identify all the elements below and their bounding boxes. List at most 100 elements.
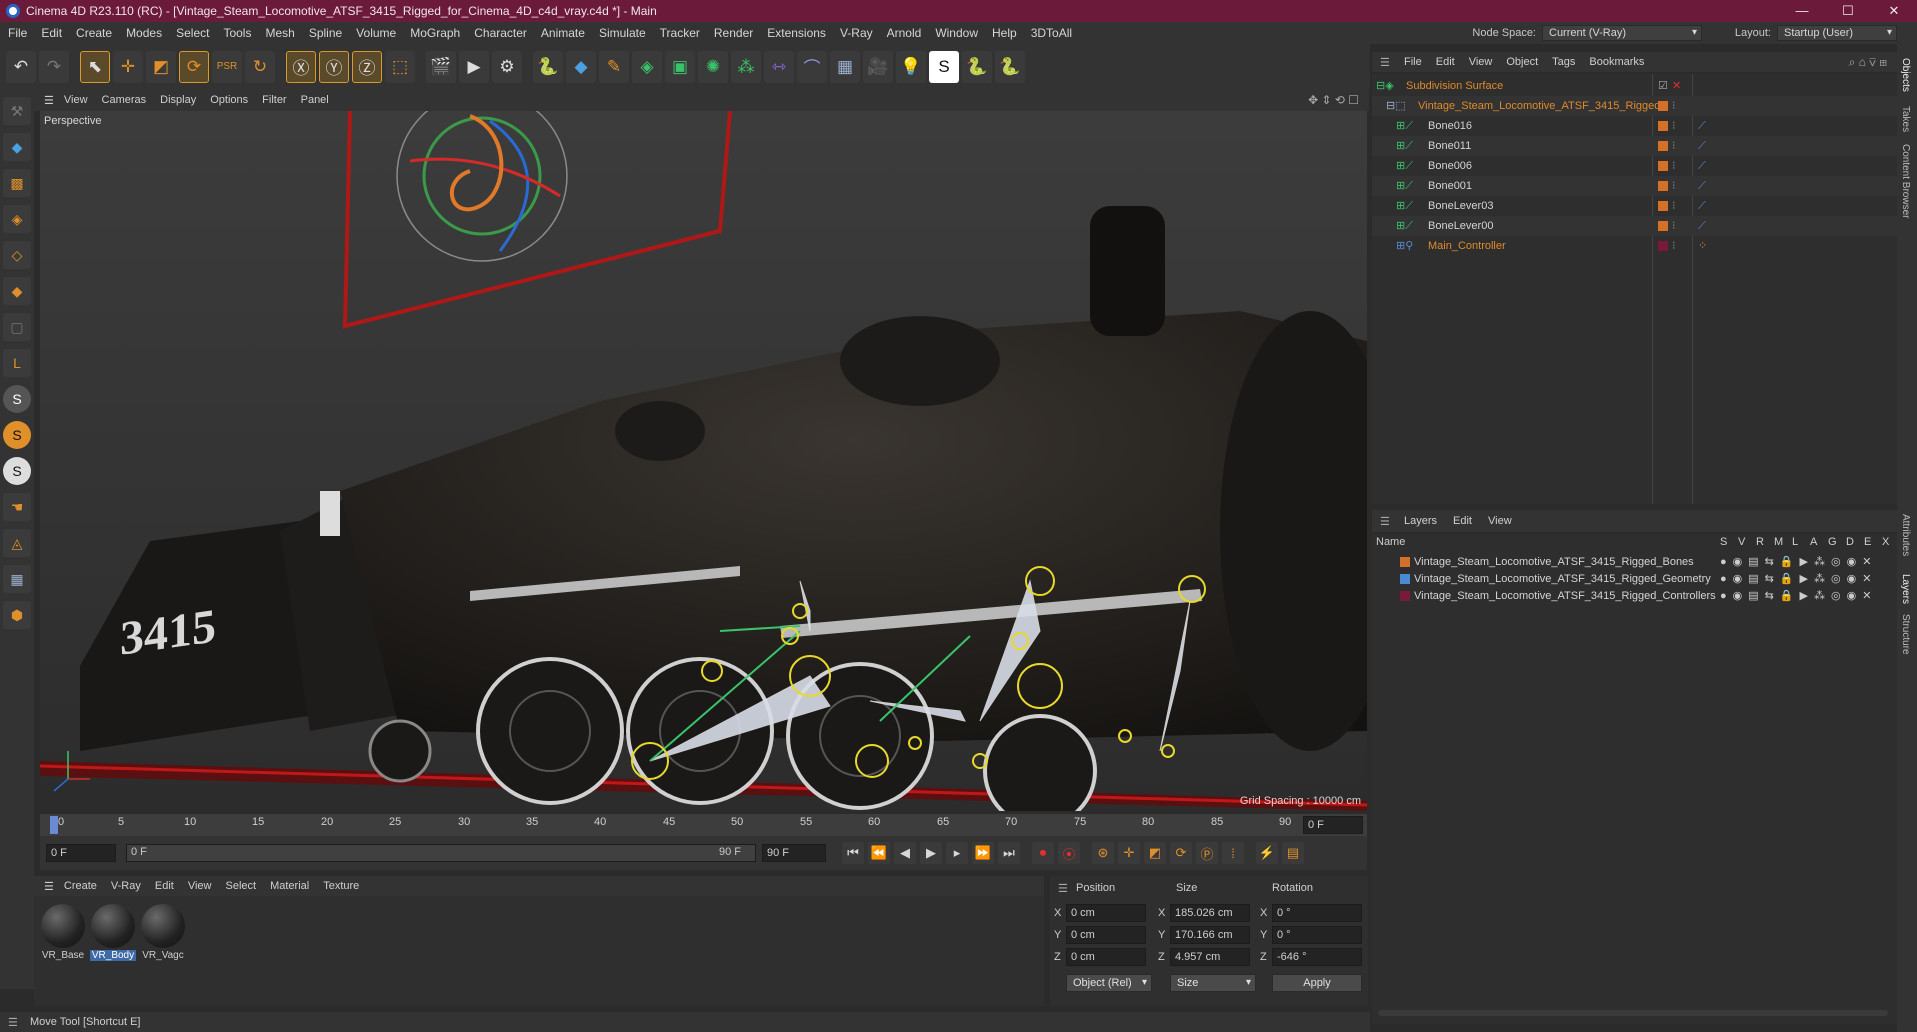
- objects-menu-view[interactable]: View: [1469, 56, 1493, 68]
- visibility-dots-icon[interactable]: ⁝: [1672, 196, 1676, 216]
- tab-attributes[interactable]: Attributes: [1900, 514, 1911, 556]
- layer-color-swatch[interactable]: [1400, 574, 1410, 584]
- auto-keying-icon[interactable]: ⦿: [1058, 842, 1080, 864]
- viewport-menu-cameras[interactable]: Cameras: [102, 94, 147, 106]
- 3d-viewport[interactable]: 3415 Perspective Grid Spacing: 10000 cm: [40, 111, 1367, 811]
- menu-spline[interactable]: Spline: [309, 26, 342, 40]
- tab-takes[interactable]: Takes: [1900, 106, 1911, 132]
- previous-key-icon[interactable]: ⏪: [868, 842, 890, 864]
- python-script-icon[interactable]: 🐍: [962, 50, 992, 83]
- edges-mode-icon[interactable]: ◇: [3, 241, 31, 269]
- psr-tool-icon[interactable]: PSR: [212, 50, 242, 83]
- move-tool-icon[interactable]: ✛: [113, 50, 143, 83]
- material-menu-create[interactable]: Create: [64, 880, 97, 892]
- layer-color-tag[interactable]: [1658, 161, 1668, 171]
- visibility-dots-icon[interactable]: ⁝: [1672, 176, 1676, 196]
- tweak-icon[interactable]: ☚: [3, 493, 31, 521]
- material-swatch[interactable]: VR_Vagc: [140, 904, 186, 961]
- menu-tools[interactable]: Tools: [223, 26, 251, 40]
- tab-structure[interactable]: Structure: [1900, 614, 1911, 655]
- constraint-tag-icon[interactable]: ⁘: [1698, 236, 1707, 256]
- layer-toggle-icons[interactable]: ●◉▤⇆🔒▶⁂◎◉✕: [1720, 571, 1877, 588]
- objects-menu-bookmarks[interactable]: Bookmarks: [1589, 56, 1644, 68]
- live-selection-icon[interactable]: ⬉: [80, 50, 110, 83]
- menu-modes[interactable]: Modes: [126, 26, 162, 40]
- material-menu-select[interactable]: Select: [226, 880, 257, 892]
- key-parameter-icon[interactable]: Ⓟ: [1196, 842, 1218, 864]
- size-x-field[interactable]: 185.026 cm: [1170, 904, 1250, 922]
- visibility-dots-icon[interactable]: ⁝: [1672, 236, 1676, 256]
- object-row[interactable]: ⊞⟋ Bone001 ⁝ ⟋: [1372, 176, 1897, 196]
- scale-tool-icon[interactable]: ◩: [146, 50, 176, 83]
- position-x-field[interactable]: 0 cm: [1066, 904, 1146, 922]
- object-row[interactable]: ⊞⚲ Main_Controller ⁝ ⁘: [1372, 236, 1897, 256]
- key-scale-icon[interactable]: ◩: [1144, 842, 1166, 864]
- polygons-mode-icon[interactable]: ◆: [3, 277, 31, 305]
- subdivision-icon[interactable]: ◈: [632, 50, 662, 83]
- coordinate-mode-dropdown[interactable]: Object (Rel): [1066, 974, 1152, 992]
- light-icon[interactable]: 💡: [896, 50, 926, 83]
- tab-content-browser[interactable]: Content Browser: [1900, 144, 1911, 218]
- menu-mesh[interactable]: Mesh: [265, 26, 294, 40]
- snap-settings-icon[interactable]: S: [3, 421, 31, 449]
- visibility-dots-icon[interactable]: ⁝: [1672, 116, 1676, 136]
- size-y-field[interactable]: 170.166 cm: [1170, 926, 1250, 944]
- position-z-field[interactable]: 0 cm: [1066, 948, 1146, 966]
- object-row[interactable]: ⊟⬚ Vintage_Steam_Locomotive_ATSF_3415_Ri…: [1372, 96, 1897, 116]
- uv-mode-icon[interactable]: ▢: [3, 313, 31, 341]
- hamburger-icon[interactable]: ☰: [8, 1016, 18, 1029]
- ik-tag-icon[interactable]: ⟋: [1698, 176, 1706, 196]
- layers-menu-view[interactable]: View: [1488, 515, 1512, 527]
- workplane-icon[interactable]: ◬: [3, 529, 31, 557]
- visibility-dots-icon[interactable]: ⁝: [1672, 96, 1676, 116]
- material-menu-edit[interactable]: Edit: [155, 880, 174, 892]
- objects-menu-tags[interactable]: Tags: [1552, 56, 1575, 68]
- objects-menu-object[interactable]: Object: [1506, 56, 1538, 68]
- render-region-icon[interactable]: 🎬: [426, 50, 456, 83]
- visibility-dots-icon[interactable]: ⁝: [1672, 136, 1676, 156]
- object-row[interactable]: ⊞⟋ Bone016 ⁝ ⟋: [1372, 116, 1897, 136]
- floor-icon[interactable]: ▦: [830, 50, 860, 83]
- layer-row[interactable]: Vintage_Steam_Locomotive_ATSF_3415_Rigge…: [1372, 554, 1897, 571]
- material-menu-texture[interactable]: Texture: [323, 880, 359, 892]
- ik-tag-icon[interactable]: ⟋: [1698, 216, 1706, 236]
- material-menu-material[interactable]: Material: [270, 880, 309, 892]
- material-menu-view[interactable]: View: [188, 880, 212, 892]
- layer-row[interactable]: Vintage_Steam_Locomotive_ATSF_3415_Rigge…: [1372, 588, 1897, 605]
- render-view-icon[interactable]: ▶: [459, 50, 489, 83]
- object-row[interactable]: ⊞⟋ Bone011 ⁝ ⟋: [1372, 136, 1897, 156]
- viewport-menu-panel[interactable]: Panel: [301, 94, 329, 106]
- key-position-icon[interactable]: ✛: [1118, 842, 1140, 864]
- menu-help[interactable]: Help: [992, 26, 1017, 40]
- menu-extensions[interactable]: Extensions: [767, 26, 826, 40]
- viewport-nav-icons[interactable]: ✥ ⇕ ⟲ ☐: [1308, 93, 1359, 107]
- undo-icon[interactable]: ↶: [6, 50, 36, 83]
- rotation-x-field[interactable]: 0 °: [1272, 904, 1362, 922]
- menu-select[interactable]: Select: [176, 26, 209, 40]
- timeline-ruler[interactable]: 0 5 10 15 20 25 30 35 40 45 50 55 60 65 …: [40, 814, 1367, 836]
- visibility-off-icon[interactable]: ✕: [1672, 76, 1681, 96]
- hamburger-icon[interactable]: ☰: [44, 880, 54, 893]
- menu-file[interactable]: File: [8, 26, 27, 40]
- camera-icon[interactable]: 🎥: [863, 50, 893, 83]
- deformer-icon[interactable]: ⇿: [764, 50, 794, 83]
- position-y-field[interactable]: 0 cm: [1066, 926, 1146, 944]
- keyframe-selection-icon[interactable]: ⊛: [1092, 842, 1114, 864]
- layer-color-tag[interactable]: [1658, 241, 1668, 251]
- layer-row[interactable]: Vintage_Steam_Locomotive_ATSF_3415_Rigge…: [1372, 571, 1897, 588]
- object-row[interactable]: ⊟◈ Subdivision Surface ☑ ✕: [1372, 76, 1897, 96]
- material-swatch[interactable]: VR_Base: [40, 904, 86, 961]
- recent-tool-icon[interactable]: ↻: [245, 50, 275, 83]
- layer-toggle-icons[interactable]: ●◉▤⇆🔒▶⁂◎◉✕: [1720, 588, 1877, 605]
- objects-menu-edit[interactable]: Edit: [1436, 56, 1455, 68]
- layer-color-swatch[interactable]: [1400, 557, 1410, 567]
- go-to-end-icon[interactable]: ⏭: [998, 842, 1020, 864]
- ik-tag-icon[interactable]: ⟋: [1698, 156, 1706, 176]
- cloner-icon[interactable]: ✺: [698, 50, 728, 83]
- grid-icon[interactable]: ▦: [3, 565, 31, 593]
- points-mode-icon[interactable]: ◈: [3, 205, 31, 233]
- size-mode-dropdown[interactable]: Size: [1170, 974, 1256, 992]
- menu-character[interactable]: Character: [474, 26, 527, 40]
- viewport-menu-filter[interactable]: Filter: [262, 94, 286, 106]
- layers-scrollbar[interactable]: [1378, 1010, 1888, 1016]
